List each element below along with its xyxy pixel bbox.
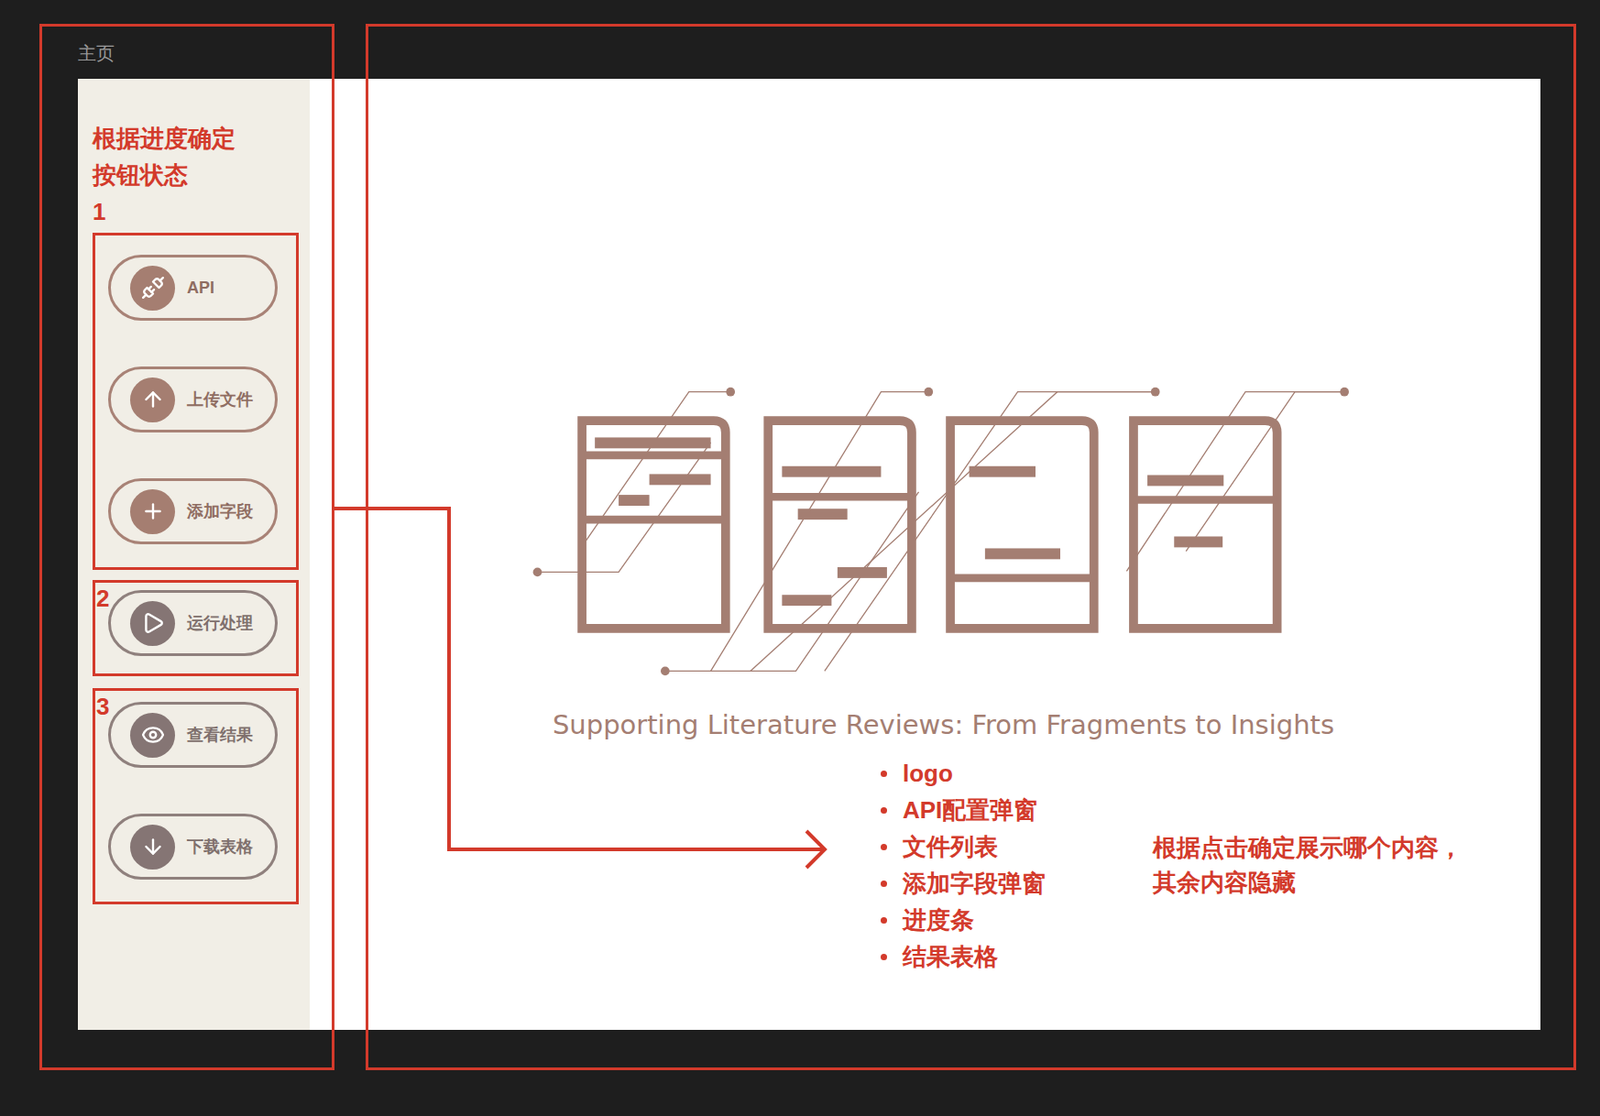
button-label: 上传文件 bbox=[186, 387, 253, 413]
bullet-dot bbox=[880, 880, 888, 888]
logo-icon bbox=[525, 383, 1362, 679]
button-label: 查看结果 bbox=[186, 723, 253, 748]
button-icon-circle bbox=[130, 265, 176, 311]
button-icon-circle bbox=[130, 712, 176, 758]
button-icon-circle bbox=[130, 377, 176, 423]
annotation-list: logoAPI配置弹窗文件列表添加字段弹窗进度条结果表格 bbox=[880, 755, 1046, 976]
group-label: 1 bbox=[92, 193, 310, 231]
bullet-dot bbox=[880, 770, 888, 778]
group-label: 2 bbox=[96, 586, 110, 611]
bullet-dot bbox=[880, 807, 888, 814]
sidebar-button[interactable]: 添加字段 bbox=[108, 478, 278, 545]
eye-icon bbox=[141, 723, 165, 747]
annotation-item: 进度条 bbox=[880, 901, 1046, 939]
plus-icon bbox=[141, 499, 165, 524]
bullet-dot bbox=[880, 917, 888, 924]
annotation-item: API配置弹窗 bbox=[880, 791, 1046, 829]
bullet-dot bbox=[880, 843, 888, 851]
annotation-box bbox=[39, 23, 335, 1071]
play-icon bbox=[141, 611, 165, 636]
sidebar: 根据进度确定按钮状态1 API 上传文件添加字段 2 运行处理 3 查看结果下载表格 bbox=[77, 78, 310, 1031]
button-label: API bbox=[186, 275, 215, 301]
sidebar-button[interactable]: API bbox=[108, 254, 278, 321]
sidebar-button[interactable]: 运行处理 bbox=[108, 590, 278, 657]
annotation-item: 添加字段弹窗 bbox=[880, 865, 1046, 902]
arrow-down-icon bbox=[141, 834, 165, 859]
plug-icon bbox=[141, 275, 165, 300]
button-icon-circle bbox=[130, 824, 176, 870]
frame-title: 主页 bbox=[77, 42, 1600, 65]
sidebar-button[interactable]: 查看结果 bbox=[108, 701, 278, 768]
group-label: 3 bbox=[96, 694, 110, 719]
button-group: API 上传文件添加字段 bbox=[92, 232, 299, 570]
button-label: 运行处理 bbox=[186, 611, 253, 636]
design-canvas: 主页根据进度确定按钮状态1 API 上传文件添加字段 2 运行处理 3 查看结果下载表格 Su… bbox=[0, 0, 1600, 1116]
button-label: 下载表格 bbox=[186, 834, 253, 860]
arrow-up-icon bbox=[141, 387, 165, 412]
button-label: 添加字段 bbox=[186, 499, 253, 525]
bullet-dot bbox=[880, 953, 888, 961]
page-frame: 根据进度确定按钮状态1 API 上传文件添加字段 2 运行处理 3 查看结果下载表格 Supp… bbox=[77, 78, 1541, 1031]
sidebar-button[interactable]: 下载表格 bbox=[108, 813, 278, 880]
button-icon-circle bbox=[130, 489, 176, 535]
tagline: Supporting Literature Reviews: From Frag… bbox=[552, 708, 1335, 742]
sidebar-note: 根据进度确定按钮状态 bbox=[92, 120, 310, 194]
annotation-item: 结果表格 bbox=[880, 938, 1046, 976]
annotation-arrow-icon bbox=[0, 0, 1600, 1116]
button-group: 3 查看结果下载表格 bbox=[92, 688, 299, 905]
annotation-note: 根据点击确定展示哪个内容，其余内容隐藏 bbox=[1152, 830, 1463, 900]
button-icon-circle bbox=[130, 601, 176, 647]
annotation-item: logo bbox=[880, 755, 1046, 792]
sidebar-button[interactable]: 上传文件 bbox=[108, 366, 278, 433]
annotation-item: 文件列表 bbox=[880, 828, 1046, 866]
button-group: 2 运行处理 bbox=[92, 580, 299, 677]
